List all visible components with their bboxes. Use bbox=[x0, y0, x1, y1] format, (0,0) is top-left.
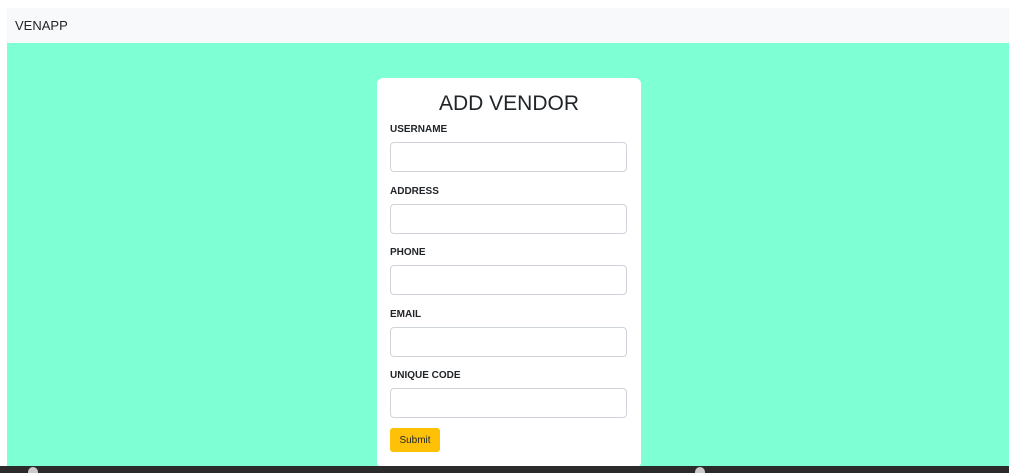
taskbar-app-icon[interactable] bbox=[695, 467, 705, 473]
taskbar-app-icon[interactable] bbox=[28, 467, 38, 473]
username-field[interactable] bbox=[390, 142, 627, 172]
page-title: ADD VENDOR bbox=[438, 92, 580, 115]
unique-code-label: UNIQUE CODE bbox=[390, 370, 461, 381]
unique-code-field[interactable] bbox=[390, 388, 627, 418]
navbar: VENAPP bbox=[7, 8, 1009, 43]
phone-field[interactable] bbox=[390, 265, 627, 295]
email-label: EMAIL bbox=[390, 309, 422, 320]
email-field[interactable] bbox=[390, 327, 627, 357]
app-window: VENAPP ADD VENDOR USERNAME ADDRESS PHONE… bbox=[7, 8, 1009, 473]
phone-label: PHONE bbox=[390, 247, 426, 258]
taskbar bbox=[0, 466, 1009, 473]
address-label: ADDRESS bbox=[390, 186, 439, 197]
submit-button[interactable]: Submit bbox=[390, 428, 440, 452]
main-content: ADD VENDOR USERNAME ADDRESS PHONE EMAIL … bbox=[7, 43, 1009, 473]
navbar-brand[interactable]: VENAPP bbox=[15, 18, 68, 33]
add-vendor-card: ADD VENDOR USERNAME ADDRESS PHONE EMAIL … bbox=[377, 78, 641, 468]
username-label: USERNAME bbox=[390, 124, 448, 135]
address-field[interactable] bbox=[390, 204, 627, 234]
